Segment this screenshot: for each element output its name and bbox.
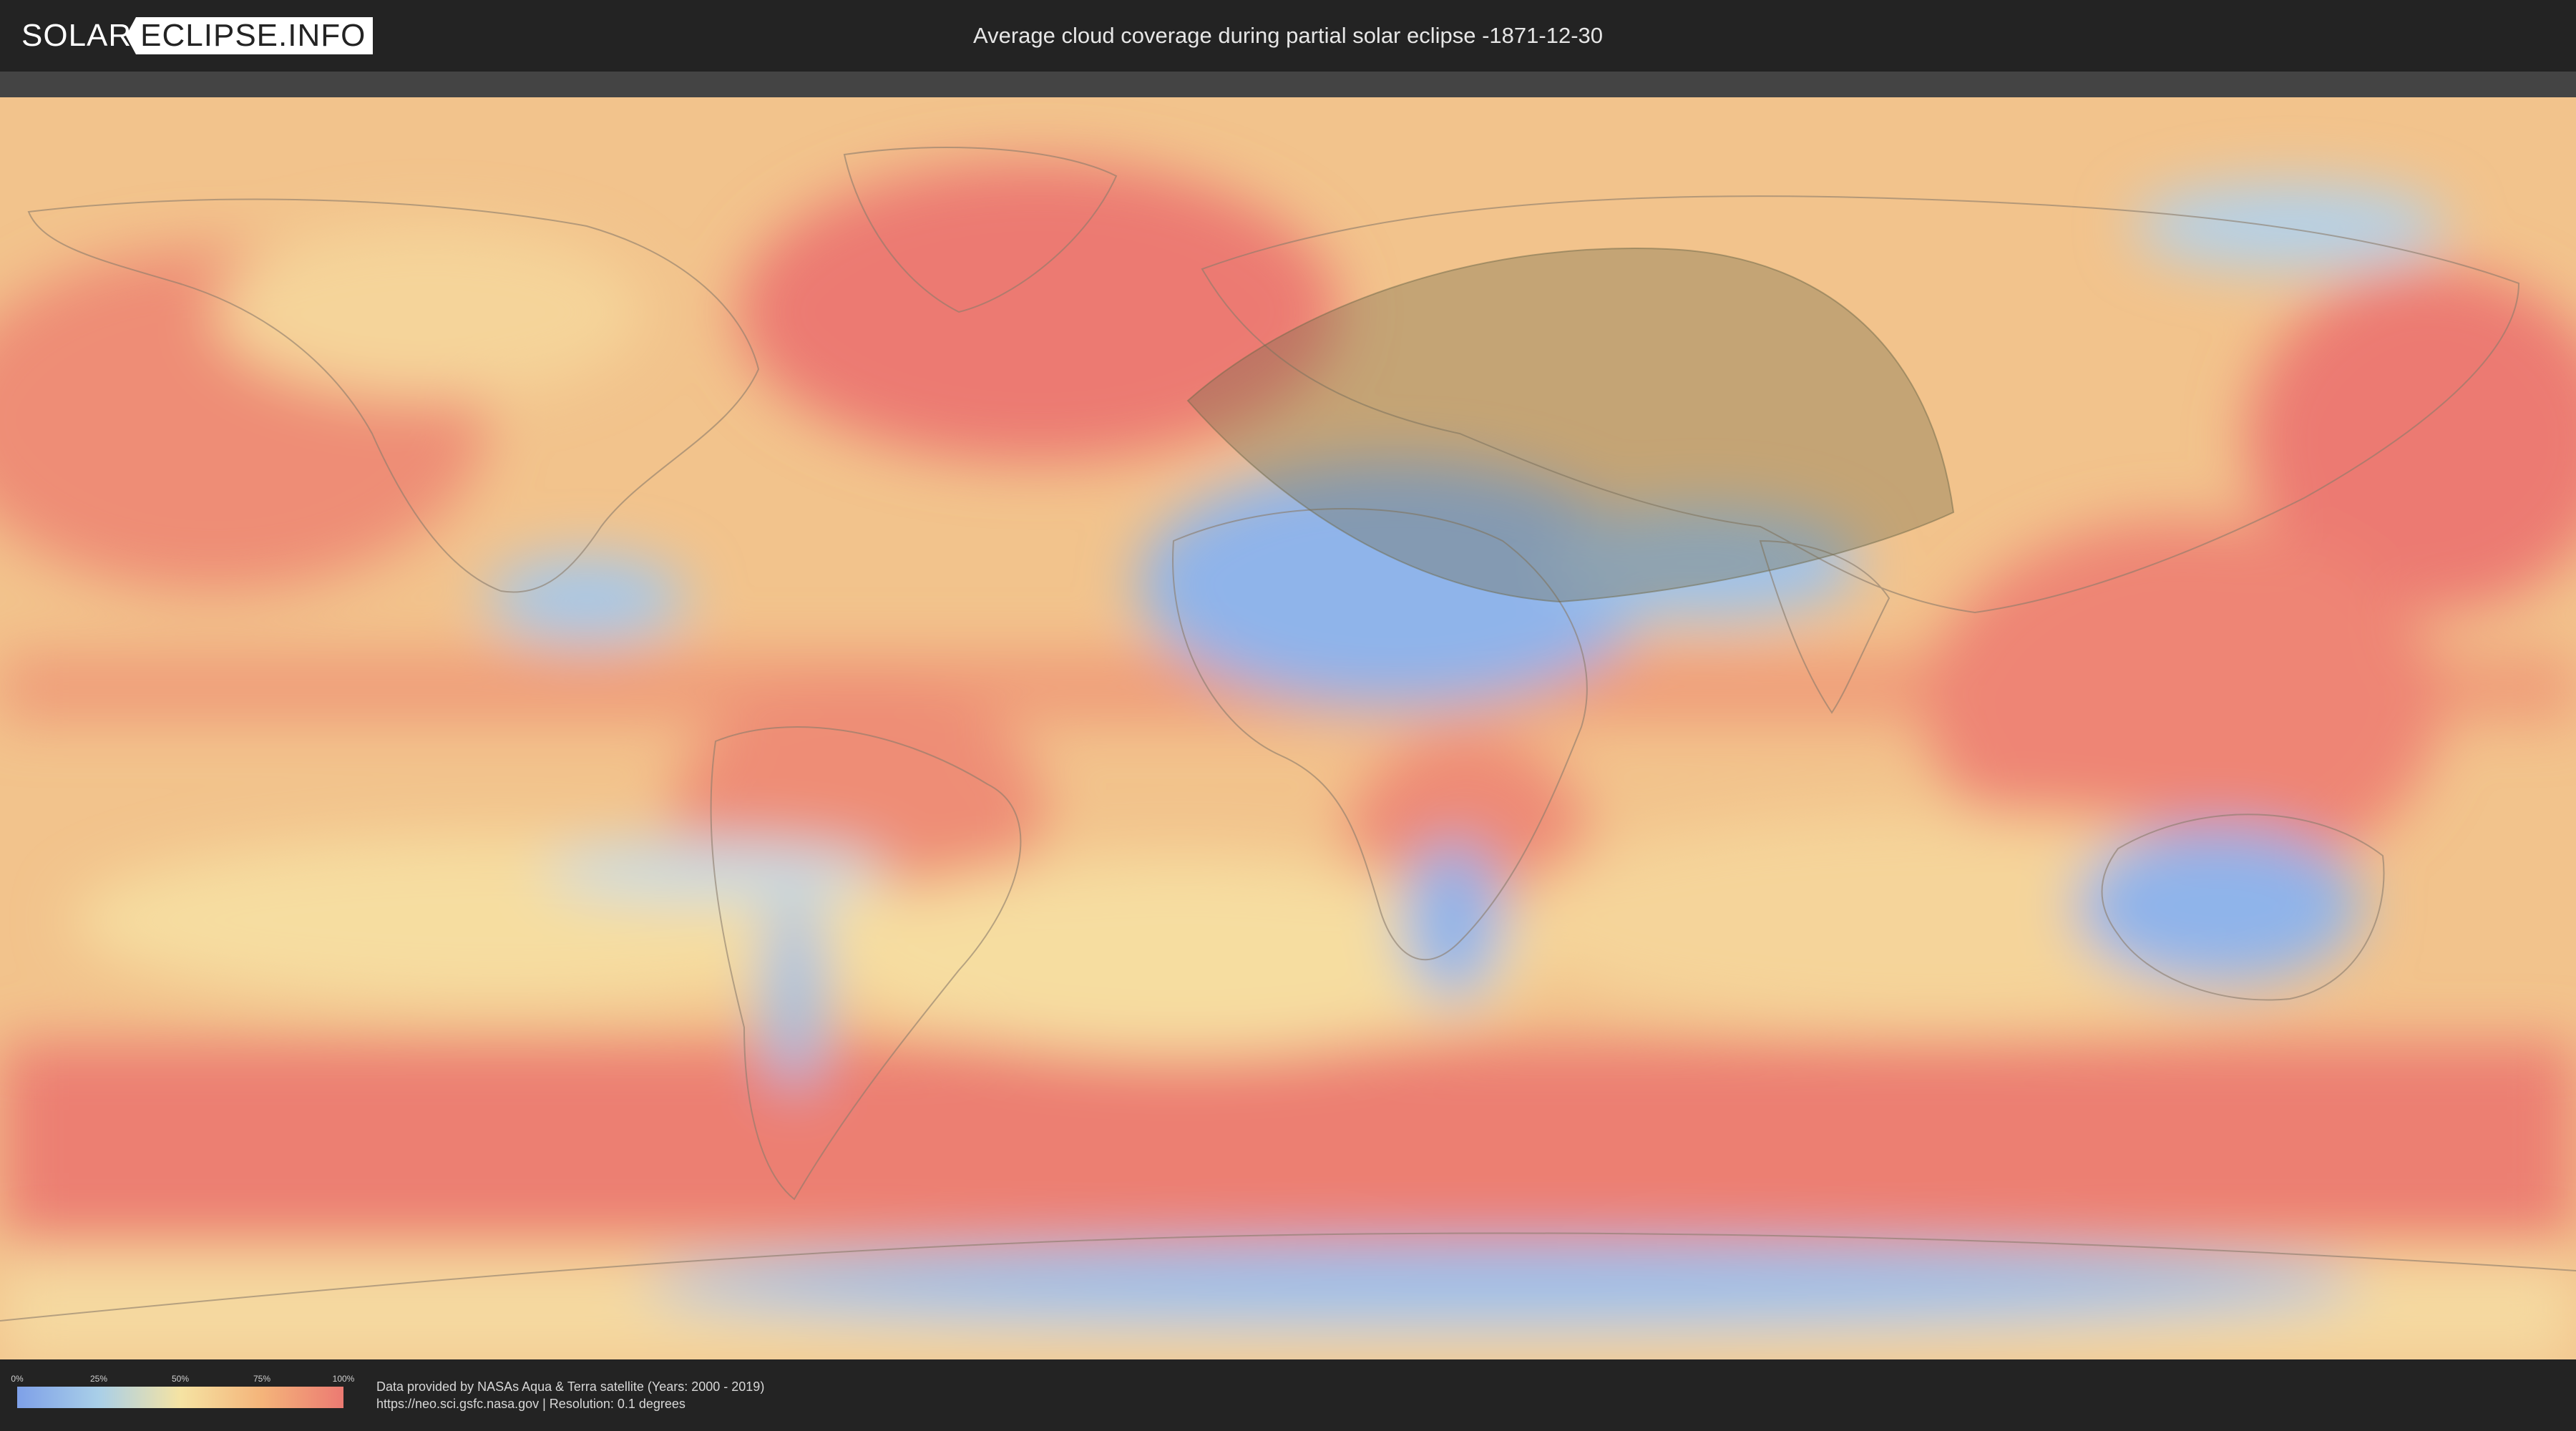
footer-bar: 0% 25% 50% 75% 100% Data provided by NAS… [0,1359,2576,1431]
legend-color-bar [17,1387,343,1408]
cloud-coverage-legend: 0% 25% 50% 75% 100% [11,1374,354,1408]
header-strip [0,72,2576,97]
site-logo[interactable]: SOLAR ECLIPSE.INFO [21,17,374,54]
legend-ticks: 0% 25% 50% 75% 100% [11,1374,354,1387]
attribution-source: Data provided by NASAs Aqua & Terra sate… [376,1379,765,1394]
legend-tick-0: 0% [11,1374,24,1384]
logo-text-eclipse-info: ECLIPSE.INFO [126,17,374,54]
attribution-url[interactable]: https://neo.sci.gsfc.nasa.gov | Resoluti… [376,1395,764,1412]
logo-text-solar: SOLAR [21,18,132,53]
legend-tick-100: 100% [332,1374,355,1384]
legend-tick-75: 75% [253,1374,271,1384]
header-bar: Average cloud coverage during partial so… [0,0,2576,72]
legend-tick-50: 50% [171,1374,190,1384]
page-title: Average cloud coverage during partial so… [972,23,1604,48]
legend-tick-25: 25% [89,1374,108,1384]
cloud-coverage-map [0,97,2576,1359]
data-attribution: Data provided by NASAs Aqua & Terra sate… [376,1378,764,1412]
world-map[interactable] [0,97,2576,1359]
